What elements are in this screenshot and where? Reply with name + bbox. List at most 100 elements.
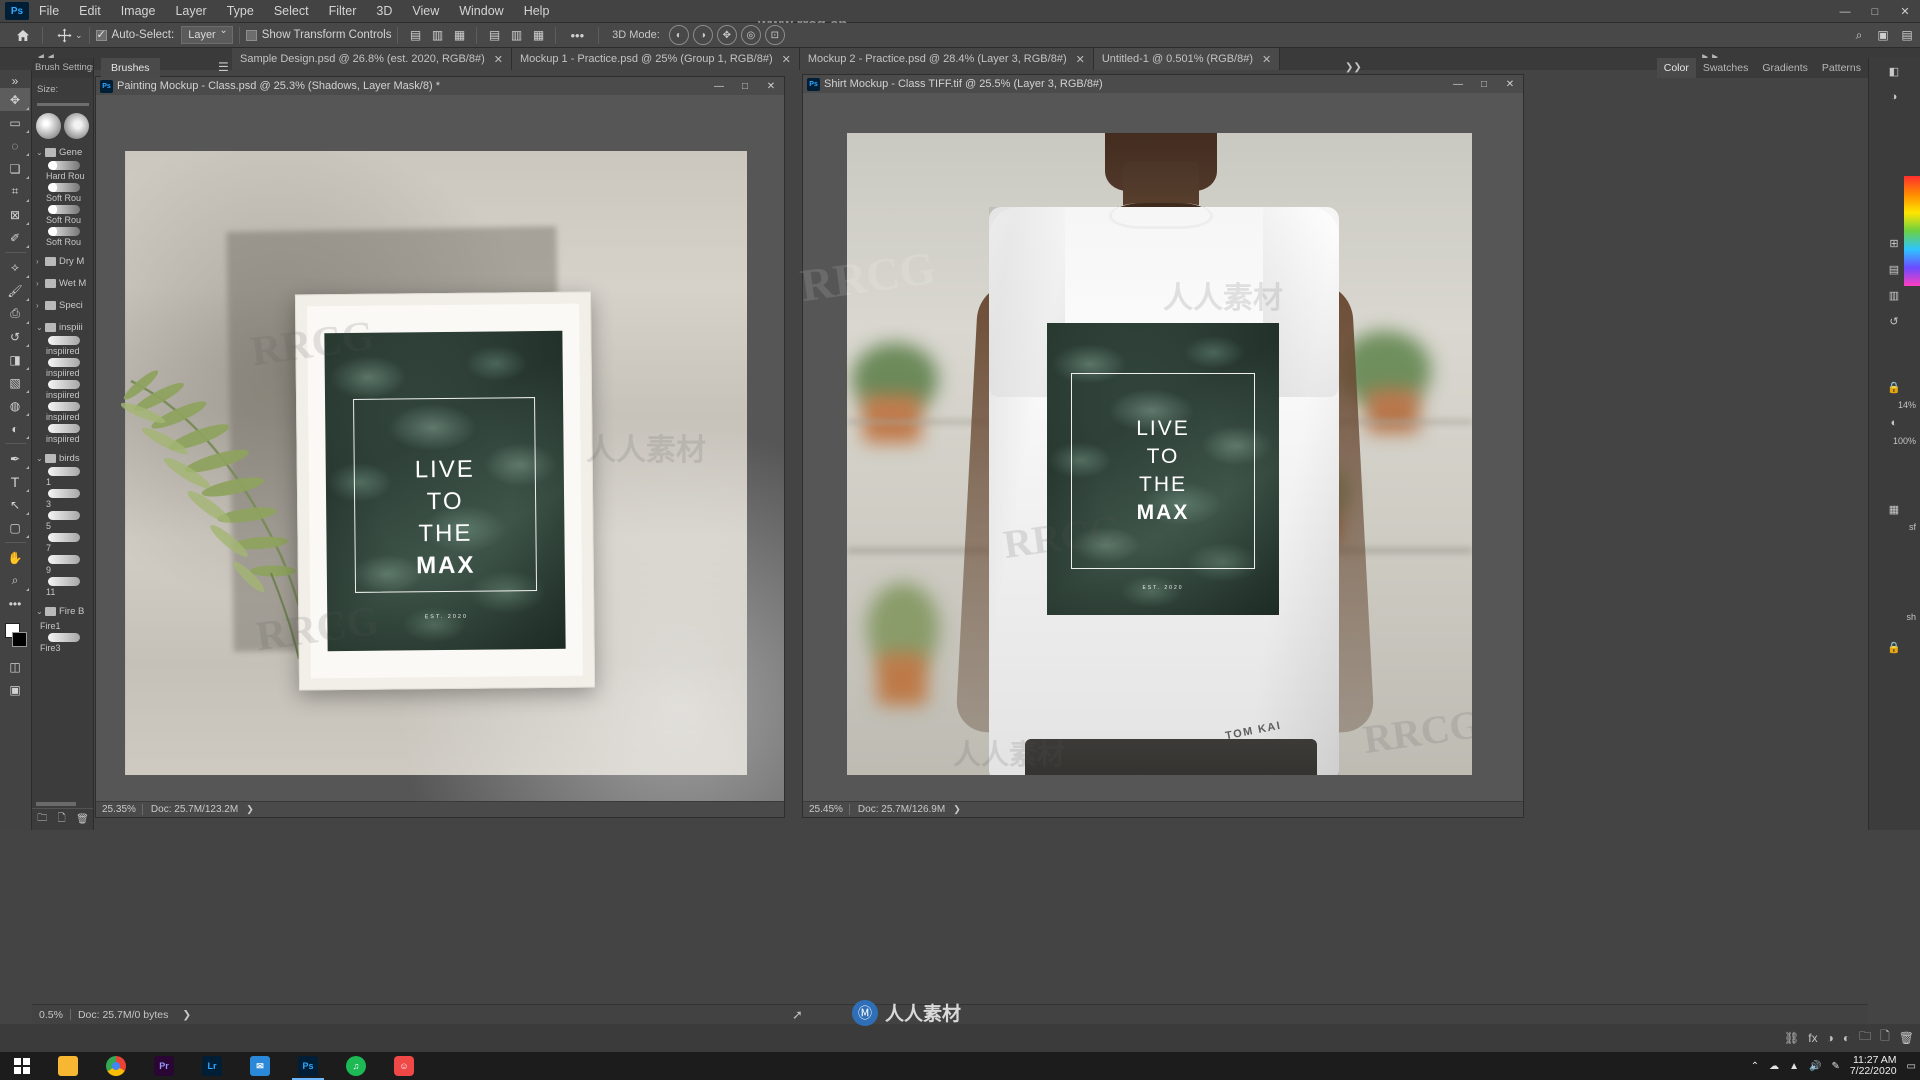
brush-preview-thumbnail[interactable] [64, 113, 89, 139]
new-group-icon[interactable]: 🗀 [37, 811, 47, 828]
align-center-icon[interactable]: ▥ [426, 25, 448, 45]
taskbar-clock[interactable]: 11:27 AM 7/22/2020 [1850, 1055, 1897, 1077]
tool-eyedropper-tool[interactable]: ✐ [0, 226, 30, 249]
minimize-button[interactable]: — [1830, 0, 1860, 23]
brush-item-label[interactable]: Fire3 [32, 642, 93, 655]
panel-tab-patterns[interactable]: Patterns [1815, 58, 1868, 78]
panel-tab-color[interactable]: Color [1657, 58, 1696, 78]
onedrive-icon[interactable]: ☁ [1769, 1061, 1779, 1072]
tab-mockup-2[interactable]: Mockup 2 - Practice.psd @ 28.4% (Layer 3… [800, 48, 1094, 70]
app-status-expand-icon[interactable]: ❯ [175, 1009, 198, 1021]
delete-brush-icon[interactable]: 🗑 [76, 814, 89, 825]
taskbar-adobe-photoshop[interactable]: Ps [284, 1052, 332, 1080]
tool-quick-selection-tool[interactable]: ❏ [0, 157, 30, 180]
workspace-icon[interactable]: ▤ [1896, 25, 1918, 45]
brush-item[interactable] [32, 489, 93, 498]
brush-size-slider[interactable] [37, 103, 89, 106]
brush-item[interactable] [32, 511, 93, 520]
background-color-swatch[interactable] [12, 632, 27, 647]
menu-3d[interactable]: 3D [366, 1, 402, 21]
brush-item[interactable] [32, 183, 93, 192]
channels-icon[interactable]: ▦ [1869, 496, 1919, 522]
document-title-bar[interactable]: Ps Painting Mockup - Class.psd @ 25.3% (… [96, 77, 784, 95]
tool-dropdown-chevron[interactable]: ⌄ [75, 30, 83, 41]
delete-layer-icon[interactable]: 🗑 [1899, 1031, 1914, 1045]
new-layer-icon[interactable]: 🗋 [1880, 1027, 1890, 1048]
tool-path-selection-tool[interactable]: ↖ [0, 493, 30, 516]
brush-group-dry-media[interactable]: › Dry M [32, 253, 93, 270]
document-minimize-button[interactable]: — [706, 77, 732, 95]
arrange-documents-icon[interactable]: ▣ [1872, 25, 1894, 45]
document-maximize-button[interactable]: □ [1471, 75, 1497, 93]
3d-scale-icon[interactable]: ⊡ [765, 25, 785, 45]
color-swatches[interactable] [0, 621, 31, 655]
taskbar-discord[interactable]: ☺ [380, 1052, 428, 1080]
tool-brush-tool[interactable]: 🖌 [0, 279, 30, 302]
tool-crop-tool[interactable]: ⌗ [0, 180, 30, 203]
more-options-button[interactable]: ••• [562, 28, 592, 43]
tool-hand-tool[interactable]: ✋ [0, 546, 30, 569]
tab-sample-design[interactable]: Sample Design.psd @ 26.8% (est. 2020, RG… [232, 48, 512, 70]
tab-mockup-1[interactable]: Mockup 1 - Practice.psd @ 25% (Group 1, … [512, 48, 800, 70]
3d-roll-icon[interactable]: ◑ [693, 25, 713, 45]
brush-group-special-effects[interactable]: › Speci [32, 297, 93, 314]
tool-frame-tool[interactable]: ⊠ [0, 203, 30, 226]
fill-value[interactable]: 100% [1869, 436, 1920, 446]
home-icon[interactable] [10, 25, 36, 45]
panel-tab-swatches[interactable]: Swatches [1696, 58, 1756, 78]
distribute-middle-icon[interactable]: ▥ [505, 25, 527, 45]
pen-tray-icon[interactable]: ✎ [1831, 1061, 1839, 1072]
brush-item[interactable] [32, 402, 93, 411]
fill-icon[interactable]: ◐ [1869, 410, 1919, 436]
shirt-mockup-canvas[interactable]: LIVE TO THE MAX EST. 2020 TOM KAI 人人素材 R… [803, 93, 1523, 801]
tab-close-icon[interactable]: ✕ [494, 53, 503, 66]
link-layers-icon[interactable]: ⛓ [1784, 1031, 1799, 1045]
tool-rectangle-tool[interactable]: ▢ [0, 516, 30, 539]
painting-mockup-canvas[interactable]: LIVE TO THE MAX EST. 2020 RRCG RRCG 人人素材 [96, 95, 784, 801]
adjustments-icon[interactable]: ◑ [1869, 84, 1919, 110]
menu-help[interactable]: Help [514, 1, 560, 21]
document-maximize-button[interactable]: □ [732, 77, 758, 95]
tool-gradient-tool[interactable]: ▧ [0, 371, 30, 394]
auto-select-checkbox[interactable] [96, 30, 107, 41]
brush-item[interactable] [32, 358, 93, 367]
tab-close-icon[interactable]: ✕ [1262, 53, 1271, 66]
tool-lasso-tool[interactable]: ◌ [0, 134, 30, 157]
brush-group-wet-media[interactable]: › Wet M [32, 275, 93, 292]
taskbar-spotify[interactable]: ♫ [332, 1052, 380, 1080]
menu-layer[interactable]: Layer [165, 1, 216, 21]
taskbar-file-explorer[interactable] [44, 1052, 92, 1080]
show-transform-controls-checkbox[interactable] [246, 30, 257, 41]
tool-move-tool[interactable]: ✥ [0, 88, 30, 111]
zoom-level[interactable]: 25.35% [96, 804, 142, 815]
menu-select[interactable]: Select [264, 1, 319, 21]
tool-type-tool[interactable]: T [0, 470, 30, 493]
menu-edit[interactable]: Edit [69, 1, 111, 21]
brush-item[interactable] [32, 424, 93, 433]
brush-group-inspiired[interactable]: ⌄ inspiii [32, 319, 93, 336]
color-spectrum-ramp[interactable] [1904, 176, 1920, 286]
document-close-button[interactable]: ✕ [758, 77, 784, 95]
group-icon[interactable]: 🗀 [1859, 1027, 1871, 1048]
document-minimize-button[interactable]: — [1445, 75, 1471, 93]
align-right-icon[interactable]: ▦ [448, 25, 470, 45]
app-zoom-level[interactable]: 0.5% [32, 1009, 70, 1021]
volume-icon[interactable]: 🔊 [1809, 1061, 1821, 1072]
status-expand-icon[interactable]: ❯ [246, 804, 254, 815]
brush-item[interactable] [32, 467, 93, 476]
taskbar-adobe-lightroom[interactable]: Lr [188, 1052, 236, 1080]
brushes-panel-scrollbar[interactable] [36, 802, 76, 806]
tool-dodge-tool[interactable]: ◐ [0, 417, 30, 440]
tool-clone-stamp-tool[interactable]: ⎙ [0, 302, 30, 325]
menu-window[interactable]: Window [449, 1, 513, 21]
color-picker-icon[interactable]: ◧ [1869, 58, 1919, 84]
document-window-shirt-mockup[interactable]: Ps Shirt Mockup - Class TIFF.tif @ 25.5%… [802, 74, 1524, 818]
adjustment-icon[interactable]: ◐ [1843, 1031, 1850, 1045]
panel-menu-icon[interactable]: ☰ [218, 60, 229, 74]
tab-close-icon[interactable]: ✕ [1076, 53, 1085, 66]
screen-mode-icon[interactable]: ▣ [0, 678, 30, 701]
tab-brush-settings[interactable]: Brush Settings [32, 58, 93, 78]
brush-preview-thumbnail[interactable] [36, 113, 61, 139]
3d-slide-icon[interactable]: ◎ [741, 25, 761, 45]
menu-type[interactable]: Type [217, 1, 264, 21]
